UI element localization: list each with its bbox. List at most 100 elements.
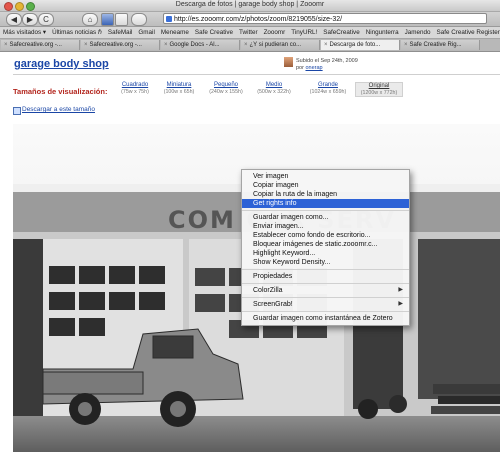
context-menu-item[interactable]: Copiar la ruta de la imagen	[242, 190, 409, 199]
bookmark-item[interactable]: Gmail	[138, 29, 154, 36]
header-divider	[13, 74, 500, 75]
size-dimensions: (500w x 322h)	[257, 89, 291, 95]
menu-separator	[242, 210, 409, 211]
menu-item-label: Copiar la ruta de la imagen	[253, 191, 338, 198]
tab[interactable]: × Safe Creative Rig...	[401, 40, 480, 50]
menu-separator	[242, 311, 409, 312]
size-option[interactable]: Grande (1024w x 659h)	[305, 82, 351, 95]
context-menu-item[interactable]: Guardar imagen como instantánea de Zoter…	[242, 314, 409, 323]
context-menu-item[interactable]: ColorZilla ▶	[242, 286, 409, 295]
bookmark-item[interactable]: Twitter	[239, 29, 258, 36]
forward-button[interactable]: ▶	[22, 13, 38, 26]
context-menu-item[interactable]: Copiar imagen	[242, 181, 409, 190]
bookmark-menu-icon[interactable]	[131, 13, 147, 26]
menu-item-label: Bloquear imágenes de static.zooomr.c...	[253, 241, 378, 248]
bookmark-item[interactable]: Jamendo	[405, 29, 431, 36]
size-name: Grande	[317, 82, 338, 88]
context-menu: Ver imagen Copiar imagen Copiar la ruta de…	[241, 169, 410, 326]
size-dimensions: (240w x 155h)	[209, 89, 243, 95]
tab-label: Descarga de foto...	[329, 42, 381, 48]
tab[interactable]: × ¿Y si pudieran co...	[241, 40, 320, 50]
menu-item-label: Ver imagen	[253, 173, 289, 180]
context-menu-item[interactable]: Highlight Keyword...	[242, 249, 409, 258]
size-dimensions: (1024w x 659h)	[309, 89, 347, 95]
size-dimensions: (75w x 75h)	[121, 89, 149, 95]
bookmark-item[interactable]: Safe Creative Register	[437, 29, 500, 36]
sizes-label: Tamaños de visualización:	[13, 87, 108, 96]
uploader-avatar[interactable]	[284, 57, 293, 67]
uploader-line: por onerap	[296, 65, 323, 71]
size-dimensions: (1200w x 772h)	[360, 90, 398, 96]
menu-item-label: Enviar imagen...	[253, 223, 304, 230]
context-menu-item[interactable]: Enviar imagen...	[242, 222, 409, 231]
menu-item-label: Get rights info	[253, 200, 297, 207]
size-option[interactable]: Original (1200w x 772h)	[355, 82, 403, 97]
tab-label: Safe Creative Rig...	[409, 42, 462, 48]
page-info-icon[interactable]	[115, 13, 128, 26]
reload-button[interactable]: C	[38, 13, 54, 26]
context-menu-item[interactable]: Ver imagen	[242, 172, 409, 181]
bookmark-item[interactable]: TinyURL!	[291, 29, 317, 36]
bookmark-item[interactable]: Zooomr	[264, 29, 286, 36]
menu-separator	[242, 283, 409, 284]
size-dimensions: (100w x 65h)	[163, 89, 195, 95]
download-size-link[interactable]: Descargar a este tamaño	[22, 106, 95, 113]
bookmark-item[interactable]: Ningunterra	[366, 29, 399, 36]
context-menu-item[interactable]: Guardar imagen como...	[242, 213, 409, 222]
window-titlebar: Descarga de fotos | garage body shop | Z…	[0, 0, 500, 12]
bookmark-item[interactable]: SafeCreative	[323, 29, 359, 36]
size-name: Medio	[265, 82, 283, 88]
menu-item-label: Guardar imagen como...	[253, 214, 329, 221]
size-name: Miniatura	[166, 82, 192, 88]
bookmarks-bar: Más visitados ▾ Últimas noticias ℏ SafeMai…	[0, 27, 500, 39]
close-tab-icon[interactable]: ×	[324, 42, 328, 48]
tab-label: Safecreative.org -...	[9, 42, 62, 48]
close-tab-icon[interactable]: ×	[244, 42, 248, 48]
menu-separator	[242, 269, 409, 270]
sidebar-toggle-icon[interactable]	[101, 13, 114, 26]
photo-title-link[interactable]: garage body shop	[14, 58, 109, 70]
site-favicon-icon	[166, 16, 172, 22]
context-menu-item[interactable]: Bloquear imágenes de static.zooomr.c...	[242, 240, 409, 249]
close-tab-icon[interactable]: ×	[164, 42, 168, 48]
close-tab-icon[interactable]: ×	[4, 42, 8, 48]
bookmark-item[interactable]: SafeMail	[108, 29, 133, 36]
download-icon	[13, 107, 21, 115]
tab[interactable]: × Descarga de foto...	[321, 40, 400, 50]
context-menu-item[interactable]: Establecer como fondo de escritorio...	[242, 231, 409, 240]
bookmark-item[interactable]: Meneame	[161, 29, 189, 36]
uploader-link[interactable]: onerap	[305, 65, 322, 71]
url-field[interactable]: http://es.zooomr.com/z/photos/zoom/82190…	[163, 13, 487, 24]
uploader-prefix: por	[296, 65, 304, 71]
size-name: Pequeño	[213, 82, 239, 88]
menu-separator	[242, 297, 409, 298]
back-button[interactable]: ◀	[6, 13, 22, 26]
menu-item-label: Establecer como fondo de escritorio...	[253, 232, 371, 239]
context-menu-item[interactable]: ScreenGrab! ▶	[242, 300, 409, 309]
close-tab-icon[interactable]: ×	[84, 42, 88, 48]
context-menu-item[interactable]: Propiedades	[242, 272, 409, 281]
size-option[interactable]: Miniatura (100w x 65h)	[156, 82, 202, 95]
bookmark-item[interactable]: Más visitados ▾	[3, 29, 46, 36]
submenu-arrow-icon: ▶	[398, 301, 403, 307]
size-option[interactable]: Cuadrado (75w x 75h)	[112, 82, 158, 95]
close-tab-icon[interactable]: ×	[404, 42, 408, 48]
upload-date: Subido el Sep 24th, 2009	[296, 58, 358, 64]
tab-label: Google Docs - Al...	[169, 42, 220, 48]
url-text: http://es.zooomr.com/z/photos/zoom/82190…	[174, 16, 343, 23]
context-menu-item[interactable]: Show Keyword Density...	[242, 258, 409, 267]
tab-label: Safecreative.org -...	[89, 42, 142, 48]
tab[interactable]: × Google Docs - Al...	[161, 40, 240, 50]
size-option[interactable]: Pequeño (240w x 155h)	[203, 82, 249, 95]
menu-item-label: Propiedades	[253, 273, 293, 280]
tab[interactable]: × Safecreative.org -...	[1, 40, 80, 50]
bookmark-item[interactable]: Últimas noticias ℏ	[52, 29, 102, 36]
size-name: Original	[368, 83, 390, 89]
bookmark-item[interactable]: Safe Creative	[195, 29, 233, 36]
size-name: Cuadrado	[121, 82, 149, 88]
home-button[interactable]: ⌂	[82, 13, 98, 26]
tab[interactable]: × Safecreative.org -...	[81, 40, 160, 50]
size-option[interactable]: Medio (500w x 322h)	[251, 82, 297, 95]
context-menu-item[interactable]: Get rights info	[242, 199, 409, 208]
window-title: Descarga de fotos | garage body shop | Z…	[175, 1, 325, 8]
